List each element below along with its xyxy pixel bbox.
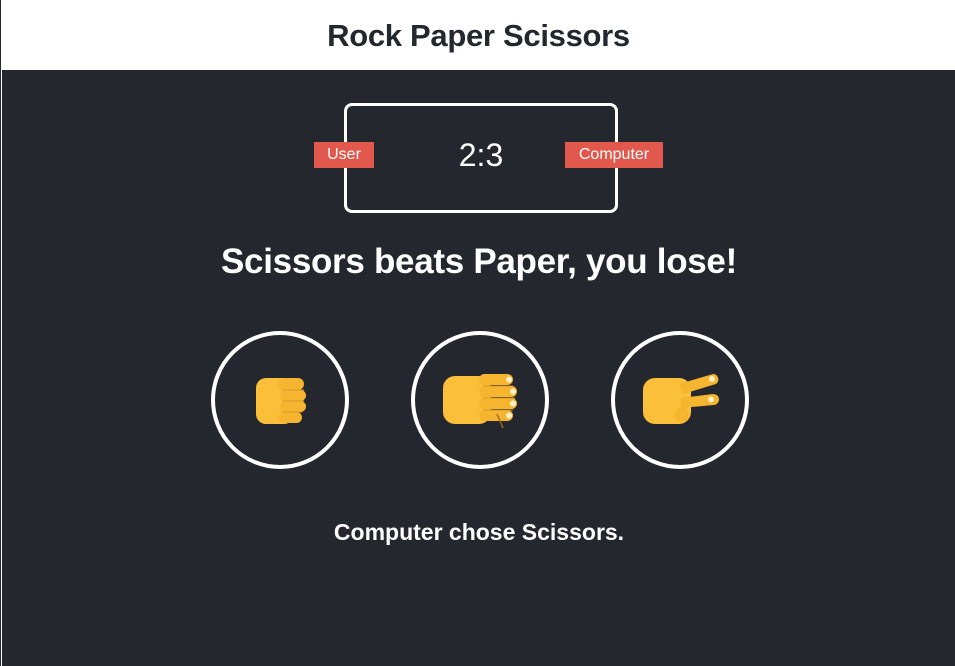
score-display: 2:3 xyxy=(458,137,504,173)
header: Rock Paper Scissors xyxy=(2,0,955,70)
app-title: Rock Paper Scissors xyxy=(327,18,630,53)
result-message: Scissors beats Paper, you lose! xyxy=(221,242,737,281)
game-area: User Computer 2:3 Scissors beats Paper, … xyxy=(2,70,955,666)
rock-choice-button[interactable] xyxy=(211,331,349,469)
computer-choice-message: Computer chose Scissors. xyxy=(333,519,625,545)
paper-choice-button[interactable] xyxy=(411,331,549,469)
page: Rock Paper Scissors User Computer 2:3 Sc… xyxy=(0,0,955,666)
scissors-hand-icon xyxy=(643,374,720,424)
paper-hand-icon xyxy=(443,374,517,429)
scissors-choice-button[interactable] xyxy=(611,331,749,469)
rock-hand-icon xyxy=(256,378,306,424)
